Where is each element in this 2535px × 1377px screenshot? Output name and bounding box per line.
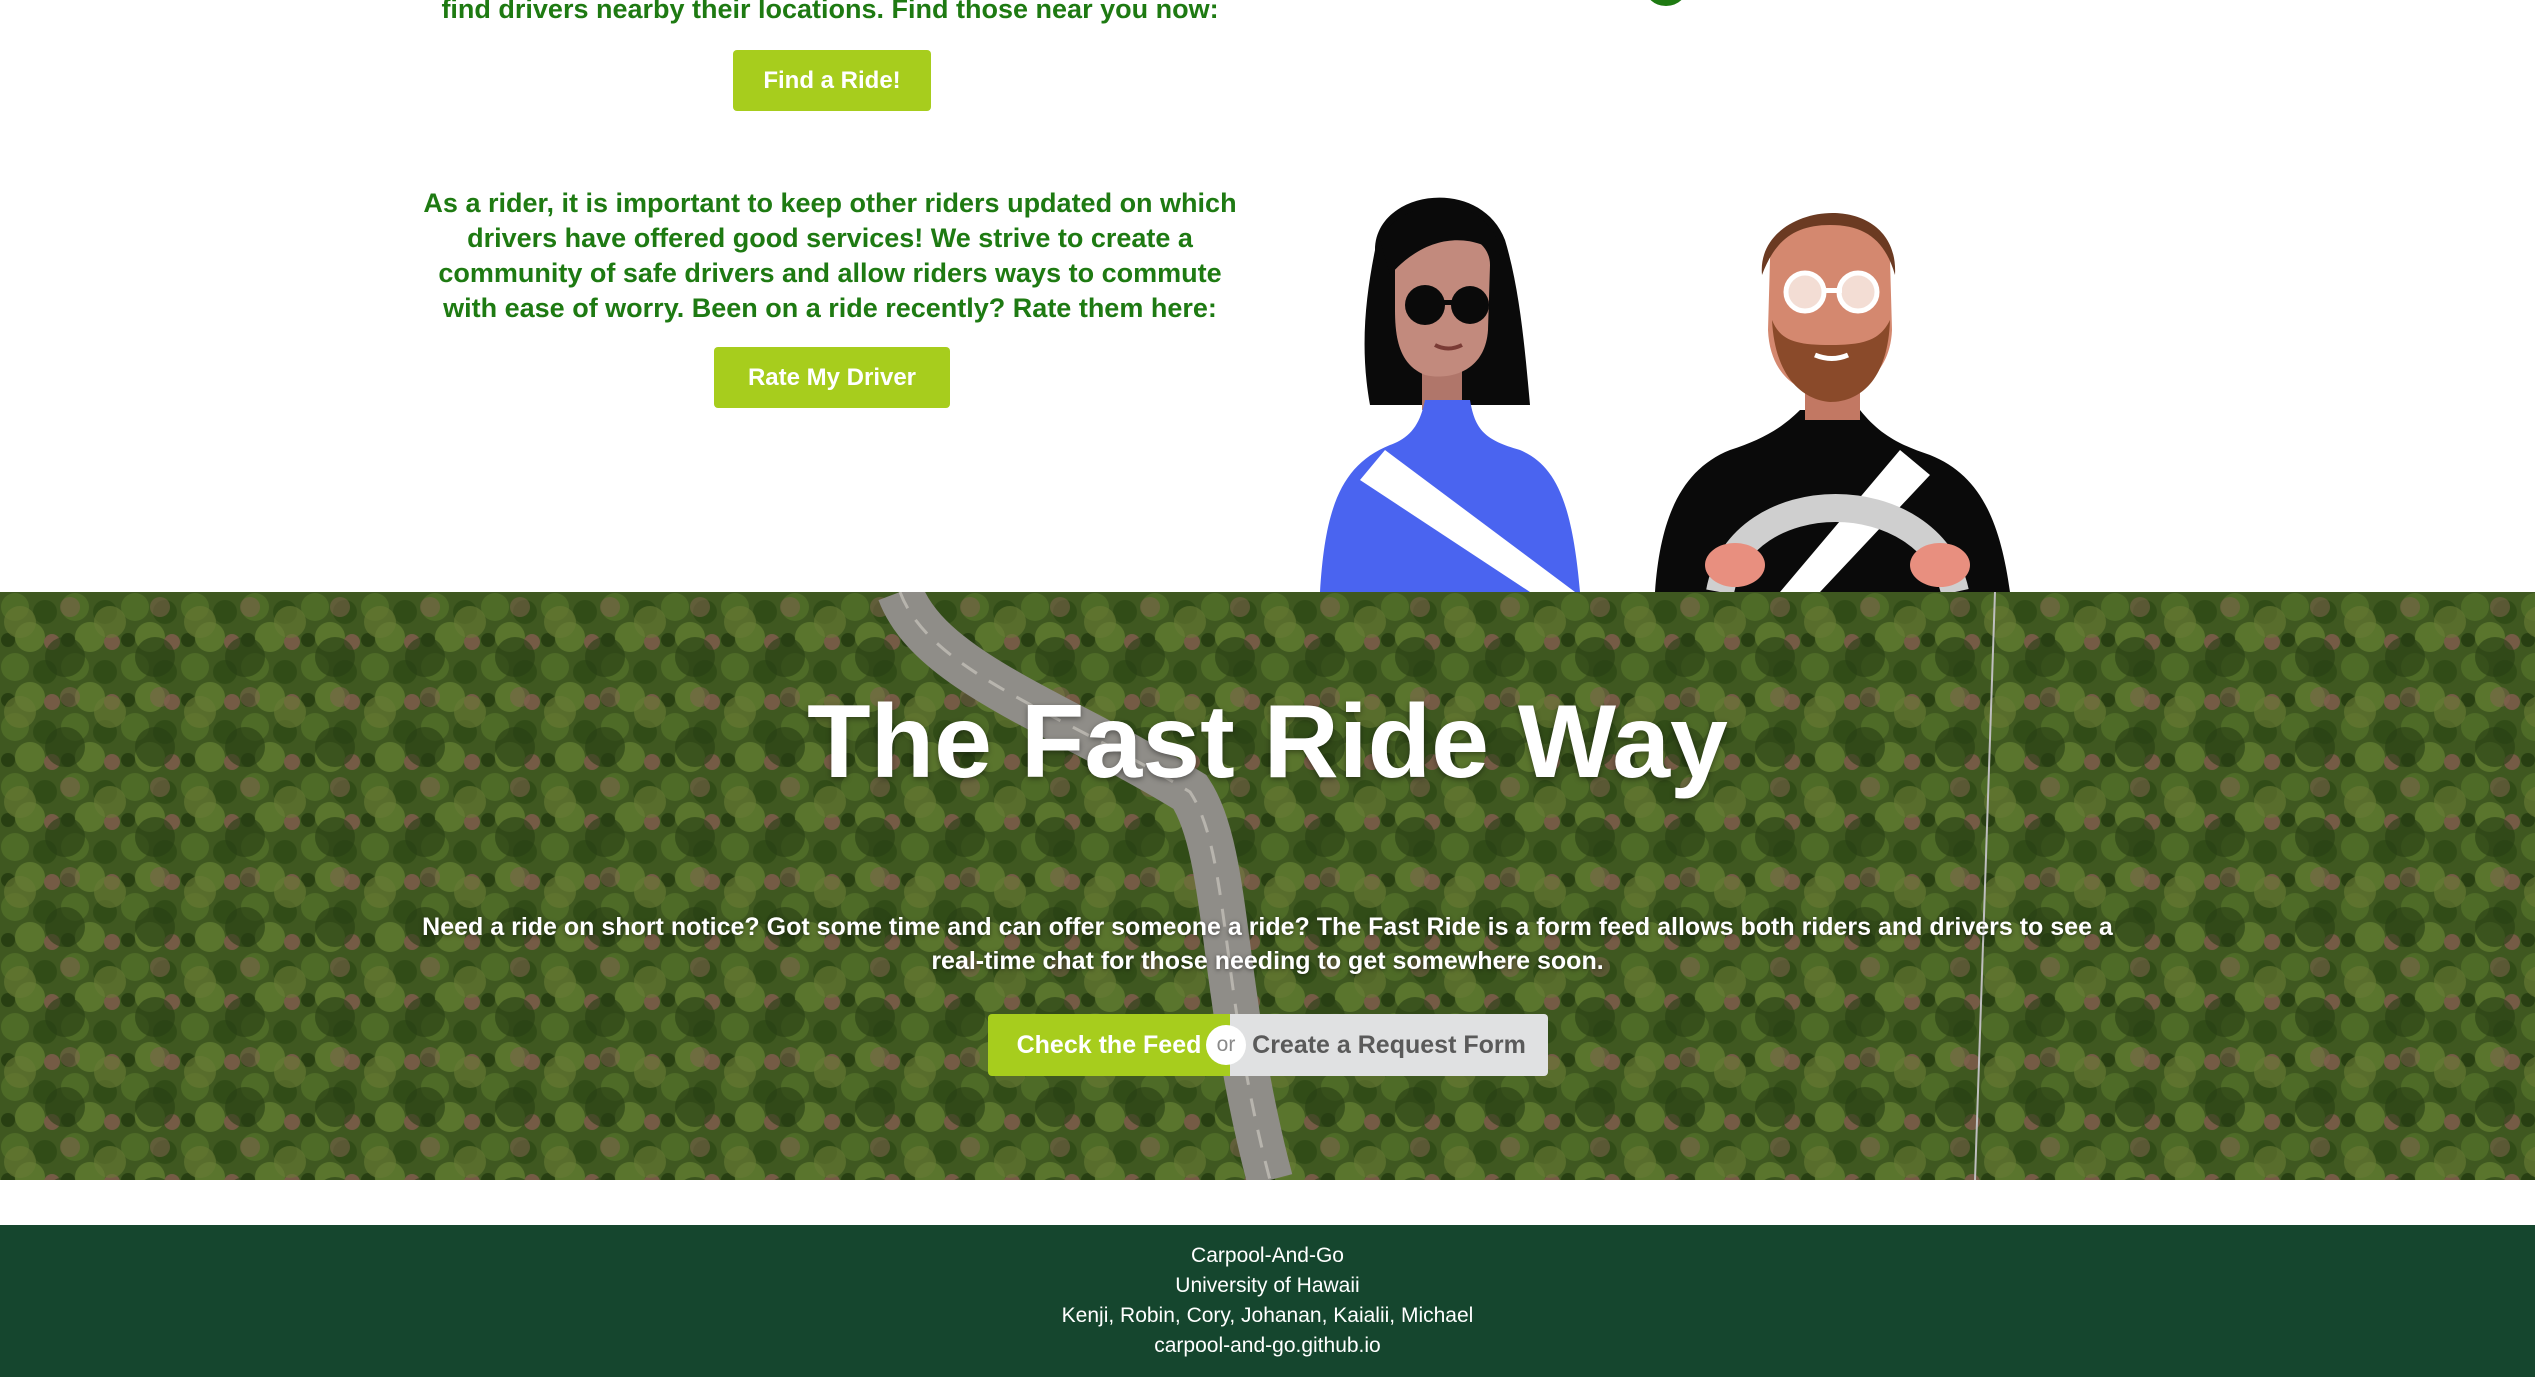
footer-team-members: Kenji, Robin, Cory, Johanan, Kaialii, Mi… <box>1061 1304 1474 1327</box>
or-divider: or <box>1206 1025 1246 1065</box>
footer-text: Carpool-And-Go University of Hawaii Kenj… <box>0 1241 2535 1361</box>
footer-project-name: Carpool-And-Go <box>1191 1244 1344 1267</box>
carpool-illustration <box>1320 197 2010 592</box>
rider-section: find drivers nearby their locations. Fin… <box>0 0 2535 592</box>
heading-fragment <box>1643 0 1689 6</box>
site-footer: Carpool-And-Go University of Hawaii Kenj… <box>0 1225 2535 1377</box>
rate-driver-button[interactable]: Rate My Driver <box>714 347 950 408</box>
hero-button-group: Check the Feed Create a Request Form or <box>988 1014 1548 1076</box>
hero-title: The Fast Ride Way <box>807 684 1728 800</box>
rider-woman-figure <box>1320 197 1580 592</box>
find-ride-button[interactable]: Find a Ride! <box>733 50 931 111</box>
hero-description: Need a ride on short notice? Got some ti… <box>422 913 2113 975</box>
intro-text: find drivers nearby their locations. Fin… <box>441 0 1219 24</box>
create-request-form-button[interactable]: Create a Request Form <box>1230 1014 1548 1076</box>
footer-university: University of Hawaii <box>1175 1274 1360 1297</box>
fast-ride-hero: The Fast Ride Way Need a ride on short n… <box>0 592 2535 1180</box>
hero-overlay <box>0 592 2535 1180</box>
check-feed-button[interactable]: Check the Feed <box>988 1014 1230 1076</box>
rider-description: As a rider, it is important to keep othe… <box>423 188 1237 323</box>
driver-man-figure <box>1655 212 2010 592</box>
footer-site-link[interactable]: carpool-and-go.github.io <box>0 1331 2535 1361</box>
